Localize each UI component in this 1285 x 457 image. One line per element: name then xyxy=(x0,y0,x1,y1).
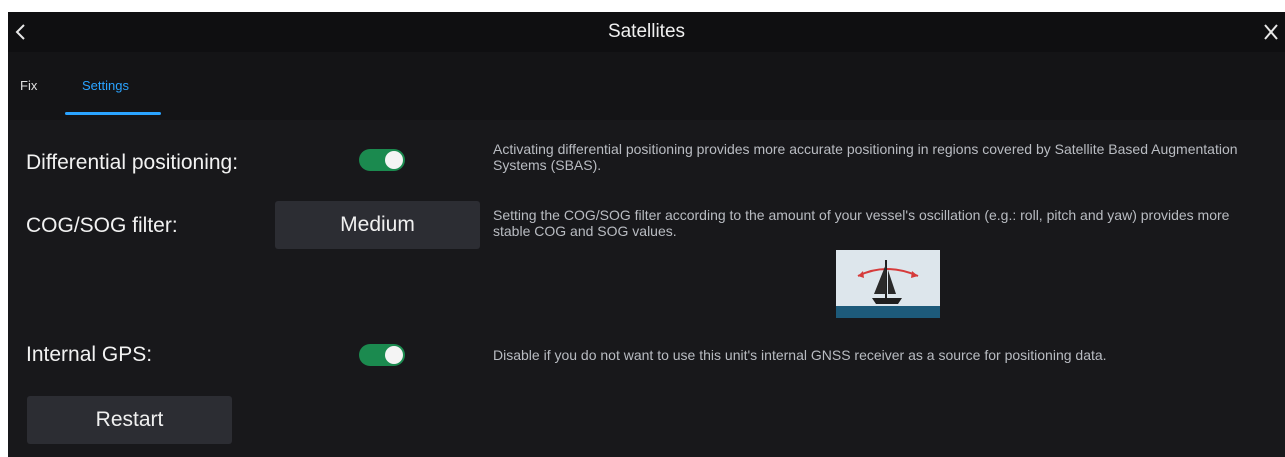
restart-button[interactable]: Restart xyxy=(27,396,232,444)
differential-positioning-description: Activating differential positioning prov… xyxy=(493,141,1238,173)
differential-positioning-label: Differential positioning: xyxy=(26,151,239,174)
vessel-oscillation-illustration xyxy=(836,250,940,318)
tab-bar: Fix Settings xyxy=(8,52,1285,120)
cog-sog-filter-description: Setting the COG/SOG filter according to … xyxy=(493,207,1230,239)
internal-gps-label: Internal GPS: xyxy=(26,343,153,366)
active-tab-indicator xyxy=(65,112,161,115)
satellites-window: Satellites Fix Settings Differential pos… xyxy=(8,12,1285,457)
toggle-knob xyxy=(385,151,403,169)
internal-gps-description: Disable if you do not want to use this u… xyxy=(493,347,1107,363)
tab-fix[interactable]: Fix xyxy=(20,78,37,93)
title-bar: Satellites xyxy=(8,12,1285,52)
cog-sog-filter-label: COG/SOG filter: xyxy=(26,214,178,237)
differential-positioning-toggle[interactable] xyxy=(359,149,405,171)
tab-settings[interactable]: Settings xyxy=(82,78,129,93)
internal-gps-toggle[interactable] xyxy=(359,344,405,366)
toggle-knob xyxy=(385,346,403,364)
page-title: Satellites xyxy=(607,21,686,42)
cog-sog-filter-button[interactable]: Medium xyxy=(275,201,480,249)
close-icon[interactable] xyxy=(1251,12,1285,52)
